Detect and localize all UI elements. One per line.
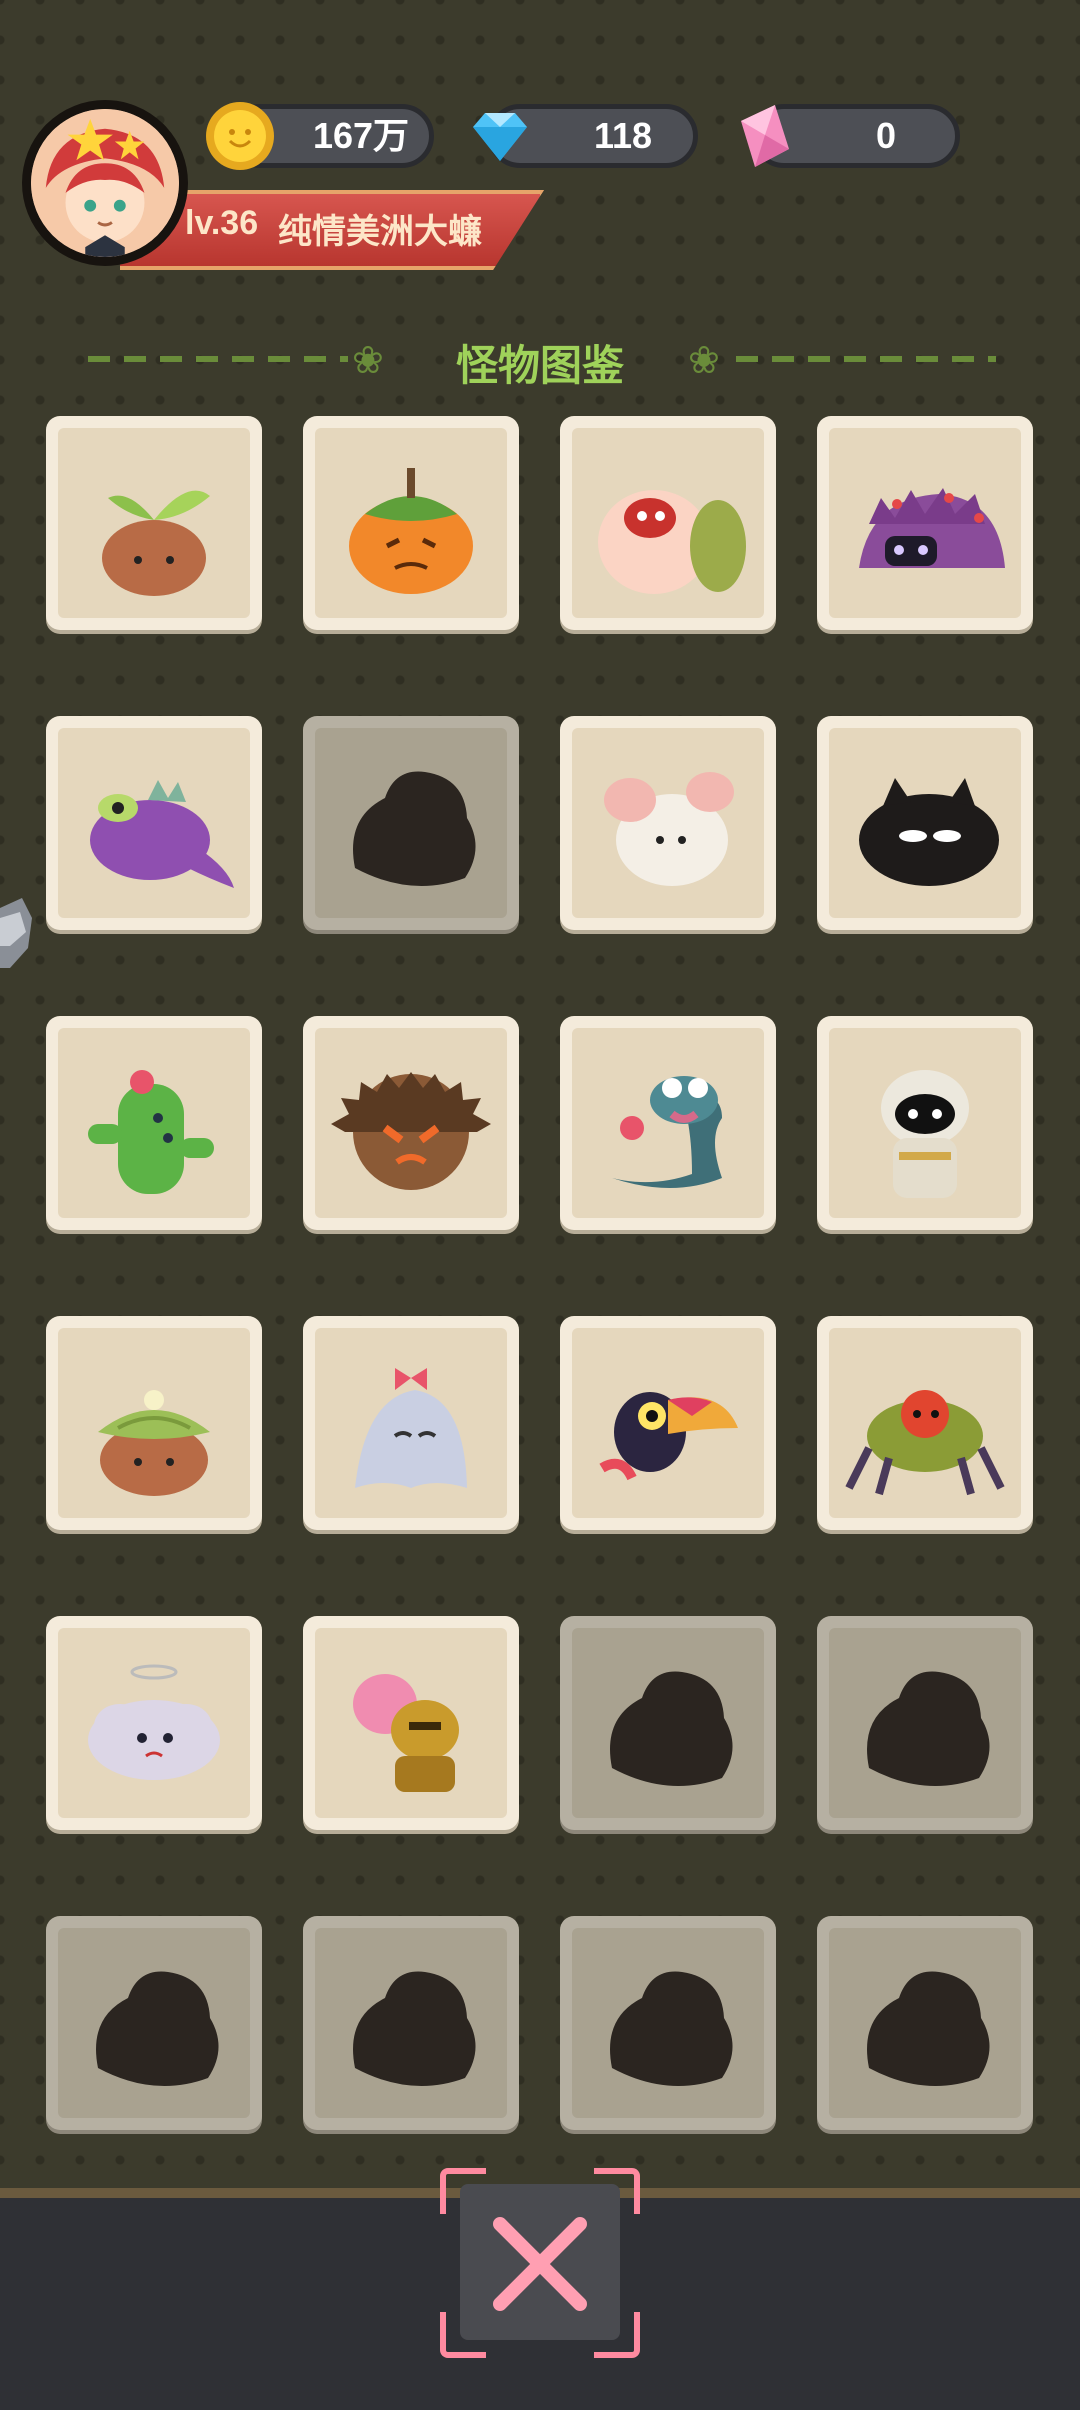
crystal-amount: 0 xyxy=(875,115,897,156)
close-icon xyxy=(493,2217,587,2311)
toucan-icon xyxy=(599,1392,738,1481)
monster-card-frame xyxy=(315,428,507,618)
monster-card-frame xyxy=(829,728,1021,918)
berry-hedgehog-icon xyxy=(859,488,1005,568)
coin-amount: 167万 xyxy=(312,115,410,156)
pink-crystal-icon xyxy=(741,105,789,167)
pumpkin-icon xyxy=(349,468,473,594)
monster-card-frame xyxy=(315,1928,507,2118)
purple-dino-icon xyxy=(90,780,234,888)
mummy-icon xyxy=(881,1070,969,1198)
monster-card[interactable] xyxy=(46,1916,262,2130)
monster-card[interactable] xyxy=(560,1916,776,2130)
blue-eel-icon xyxy=(612,1076,722,1188)
monster-card-frame xyxy=(829,1328,1021,1518)
leaf-mole-icon xyxy=(98,1390,210,1496)
close-frame-corner xyxy=(594,2312,640,2358)
monster-card[interactable] xyxy=(817,1916,1033,2130)
ghost-bow-icon xyxy=(355,1368,467,1488)
monster-card-frame xyxy=(829,428,1021,618)
monster-card[interactable] xyxy=(46,1616,262,1830)
monster-card-frame xyxy=(58,1328,250,1518)
monster-card-frame xyxy=(572,1328,764,1518)
black-fluff-cat-icon xyxy=(859,778,999,886)
monster-card[interactable] xyxy=(303,1316,519,1530)
unknown-monster-icon xyxy=(353,1971,476,2086)
coin-icon xyxy=(206,102,274,170)
pig-snail-icon xyxy=(598,490,746,594)
player-avatar[interactable] xyxy=(22,100,188,266)
title-divider-right xyxy=(736,356,996,362)
monster-card[interactable] xyxy=(817,416,1033,630)
cloud-angel-icon xyxy=(88,1664,220,1780)
monster-card-frame xyxy=(829,1928,1021,2118)
diamond-amount: 118 xyxy=(593,115,653,156)
monster-card-frame xyxy=(572,1628,764,1818)
close-frame-corner xyxy=(440,2168,486,2214)
monster-card[interactable] xyxy=(46,716,262,930)
sprout-mole-icon xyxy=(102,490,210,596)
monster-card-frame xyxy=(58,728,250,918)
monster-card[interactable] xyxy=(303,1616,519,1830)
monster-card[interactable] xyxy=(303,716,519,930)
monster-card[interactable] xyxy=(817,1016,1033,1230)
monster-card-frame xyxy=(572,428,764,618)
unknown-monster-icon xyxy=(353,771,476,886)
unknown-monster-icon xyxy=(867,1971,990,2086)
monster-card-frame xyxy=(315,1028,507,1218)
crystal-counter[interactable]: 0 xyxy=(741,104,960,168)
monster-card-frame xyxy=(572,1928,764,2118)
close-frame-corner xyxy=(594,2168,640,2214)
close-frame-corner xyxy=(440,2312,486,2358)
monster-card-frame xyxy=(58,428,250,618)
monster-card-frame xyxy=(315,728,507,918)
monster-card-frame xyxy=(572,728,764,918)
diamond-icon xyxy=(473,113,527,161)
monster-card-frame xyxy=(58,1628,250,1818)
title-row: ❀ 怪物图鉴 ❀ xyxy=(0,328,1080,389)
beetle-icon xyxy=(845,1390,1005,1496)
player-name: 纯情美洲大蠊 xyxy=(278,213,482,251)
cactus-icon xyxy=(88,1070,214,1194)
close-button[interactable] xyxy=(440,2168,640,2358)
unknown-monster-icon xyxy=(867,1671,990,1786)
monster-card[interactable] xyxy=(560,1616,776,1830)
white-mouse-icon xyxy=(604,772,734,886)
monster-card-frame xyxy=(829,1628,1021,1818)
monster-card-frame xyxy=(58,1928,250,2118)
monster-card[interactable] xyxy=(817,1616,1033,1830)
monster-card[interactable] xyxy=(817,1316,1033,1530)
avatar-icon xyxy=(31,109,179,257)
unknown-monster-icon xyxy=(610,1671,733,1786)
player-level: lv.36 xyxy=(185,204,259,242)
coin-counter[interactable]: 167万 xyxy=(206,102,434,170)
monster-card[interactable] xyxy=(303,1916,519,2130)
unknown-monster-icon xyxy=(96,1971,219,2086)
page-title: 怪物图鉴 xyxy=(455,342,624,389)
monster-card[interactable] xyxy=(303,416,519,630)
monster-card[interactable] xyxy=(560,1316,776,1530)
monster-card[interactable] xyxy=(303,1016,519,1230)
diamond-counter[interactable]: 118 xyxy=(473,104,698,168)
monster-card[interactable] xyxy=(560,716,776,930)
monster-card[interactable] xyxy=(817,716,1033,930)
unknown-monster-icon xyxy=(610,1971,733,2086)
side-character-icon xyxy=(0,898,32,968)
paw-icon: ❀ xyxy=(688,340,720,382)
monster-card[interactable] xyxy=(560,1016,776,1230)
monster-card[interactable] xyxy=(46,416,262,630)
monster-card-frame xyxy=(829,1028,1021,1218)
chestnut-icon xyxy=(331,1072,491,1190)
monster-card-frame xyxy=(315,1628,507,1818)
monster-card[interactable] xyxy=(46,1316,262,1530)
top-bar: lv.36 纯情美洲大蠊 167万 118 0 xyxy=(0,0,1080,290)
knight-icon xyxy=(353,1674,459,1792)
monster-card[interactable] xyxy=(46,1016,262,1230)
monster-card-frame xyxy=(58,1028,250,1218)
monster-card-frame xyxy=(572,1028,764,1218)
monster-card[interactable] xyxy=(560,416,776,630)
monster-card-frame xyxy=(315,1328,507,1518)
